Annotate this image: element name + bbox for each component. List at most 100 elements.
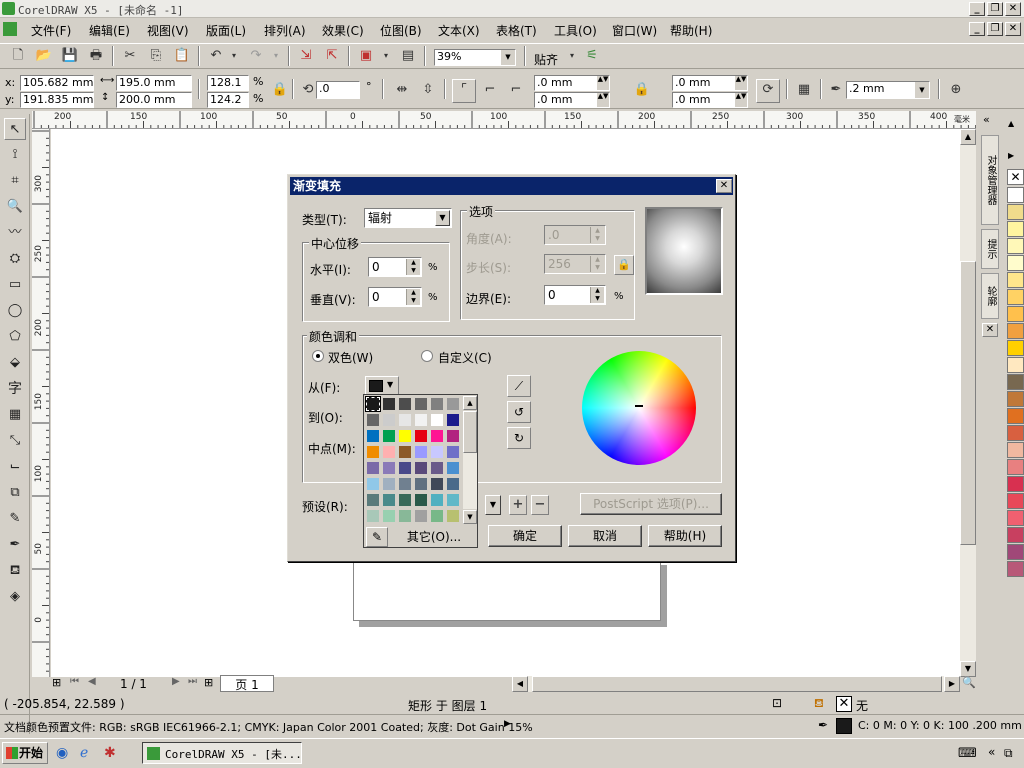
corner-bottom-left-spin[interactable]: ▲▼: [597, 93, 609, 107]
text-tool-icon[interactable]: 字: [4, 378, 26, 400]
picker-color-cell[interactable]: [366, 477, 380, 491]
horizontal-scrollbar[interactable]: ◀ ▶: [512, 676, 960, 692]
palette-swatch[interactable]: [1007, 238, 1024, 254]
crop-tool-icon[interactable]: ⌗: [4, 170, 26, 192]
doc-close-button[interactable]: ✕: [1005, 22, 1021, 36]
outline-width-dropdown-icon[interactable]: ▼: [915, 82, 929, 98]
picker-color-cell[interactable]: [382, 461, 396, 475]
palette-swatch[interactable]: [1007, 255, 1024, 271]
postscript-options-button[interactable]: PostScript 选项(P)...: [580, 493, 722, 515]
blend-tool-icon[interactable]: ⧉: [4, 482, 26, 504]
copy-icon[interactable]: ⎘: [146, 46, 166, 66]
scale-y-field[interactable]: 124.2: [207, 92, 249, 108]
scroll-down-icon[interactable]: ▼: [960, 661, 976, 677]
x-position-field[interactable]: 105.682 mm: [20, 75, 94, 91]
palette-flyout-icon[interactable]: ▶: [1008, 151, 1014, 160]
task-coreldraw[interactable]: CorelDRAW X5 - [未...: [142, 742, 302, 764]
next-page-icon[interactable]: ▶: [172, 676, 180, 687]
round-corner-icon[interactable]: ⌜: [452, 79, 476, 103]
palette-swatch[interactable]: [1007, 306, 1024, 322]
picker-color-cell[interactable]: [382, 477, 396, 491]
clockwise-path-icon[interactable]: ↻: [507, 427, 531, 449]
doc-minimize-button[interactable]: _: [969, 22, 985, 36]
app-shortcut-icon[interactable]: ✱: [104, 745, 116, 761]
picker-color-cell[interactable]: [398, 429, 412, 443]
scroll-left-icon[interactable]: ◀: [512, 676, 528, 692]
height-field[interactable]: 200.0 mm: [116, 92, 192, 108]
palette-swatch[interactable]: [1007, 204, 1024, 220]
picker-color-cell[interactable]: [398, 413, 412, 427]
prev-page-icon[interactable]: ◀: [88, 676, 96, 687]
picker-color-cell[interactable]: [414, 413, 428, 427]
interactive-fill-tool-icon[interactable]: ◈: [4, 586, 26, 608]
outline-tool-icon[interactable]: ✒: [4, 534, 26, 556]
custom-label[interactable]: 自定义(C): [438, 349, 492, 366]
picker-color-cell[interactable]: [446, 477, 460, 491]
start-button[interactable]: 开始: [2, 742, 48, 764]
palette-swatch[interactable]: [1007, 408, 1024, 424]
scroll-right-icon[interactable]: ▶: [944, 676, 960, 692]
keyboard-icon[interactable]: ⌨: [958, 746, 977, 761]
network-icon[interactable]: ⧉: [1004, 746, 1013, 761]
polygon-tool-icon[interactable]: ⬠: [4, 326, 26, 348]
zoom-tool-icon[interactable]: 🔍: [4, 196, 26, 218]
picker-color-cell[interactable]: [366, 413, 380, 427]
corner-bottom-right-spin[interactable]: ▲▼: [735, 93, 747, 107]
palette-swatch[interactable]: [1007, 493, 1024, 509]
picker-color-cell[interactable]: [414, 509, 428, 523]
scale-x-field[interactable]: 128.1: [207, 75, 249, 91]
y-position-field[interactable]: 191.835 mm: [20, 92, 94, 108]
maximize-button[interactable]: ❐: [987, 2, 1003, 16]
custom-radio[interactable]: [421, 350, 433, 362]
freehand-tool-icon[interactable]: 〰: [4, 222, 26, 244]
menu-layout[interactable]: 版面(L): [206, 22, 246, 39]
picker-color-cell[interactable]: [446, 429, 460, 443]
palette-swatch[interactable]: [1007, 425, 1024, 441]
palette-swatch[interactable]: [1007, 187, 1024, 203]
picker-color-cell[interactable]: [382, 429, 396, 443]
welcome-screen-icon[interactable]: ▤: [398, 46, 418, 66]
zoom-dropdown-icon[interactable]: ▼: [501, 50, 515, 65]
palette-swatch[interactable]: [1007, 323, 1024, 339]
picker-color-cell[interactable]: [446, 413, 460, 427]
picker-color-cell[interactable]: [366, 429, 380, 443]
page-tab[interactable]: 页 1: [220, 675, 274, 692]
picker-color-cell[interactable]: [414, 429, 428, 443]
docker-tab-object-manager[interactable]: 对象管理器: [981, 135, 999, 225]
picker-color-cell[interactable]: [430, 429, 444, 443]
corner-top-right-spin[interactable]: ▲▼: [735, 76, 747, 90]
snap-to-label[interactable]: 贴齐: [534, 51, 558, 68]
cut-icon[interactable]: ✂: [120, 46, 140, 66]
two-color-radio[interactable]: [312, 350, 324, 362]
hscroll-thumb[interactable]: [532, 676, 942, 692]
picker-color-cell[interactable]: [446, 397, 460, 411]
export-icon[interactable]: ⇱: [322, 46, 342, 66]
wrap-text-icon[interactable]: ▦: [794, 80, 814, 100]
menu-table[interactable]: 表格(T): [496, 22, 537, 39]
type-dropdown-icon[interactable]: ▼: [435, 210, 450, 226]
navigator-icon[interactable]: 🔍: [961, 676, 977, 692]
picker-color-cell[interactable]: [414, 493, 428, 507]
menu-edit[interactable]: 编辑(E): [89, 22, 130, 39]
picker-color-cell[interactable]: [430, 413, 444, 427]
color-wheel[interactable]: [582, 351, 696, 465]
connector-tool-icon[interactable]: ⌙: [4, 456, 26, 478]
dimension-tool-icon[interactable]: ⤡: [4, 430, 26, 452]
rectangle-tool-icon[interactable]: ▭: [4, 274, 26, 296]
picker-scroll-down-icon[interactable]: ▼: [463, 510, 477, 524]
fill-bucket-icon[interactable]: ⛾: [814, 696, 824, 712]
cancel-button[interactable]: 取消: [568, 525, 642, 547]
lock-ratio-icon[interactable]: 🔒: [270, 80, 290, 100]
picker-color-cell[interactable]: [446, 445, 460, 459]
open-icon[interactable]: 📂: [34, 46, 54, 66]
edge-pad-spin[interactable]: ▲ ▼: [590, 287, 604, 303]
launcher-dropdown-icon[interactable]: ▾: [376, 46, 396, 66]
mirror-vertical-icon[interactable]: ⇳: [418, 80, 438, 100]
width-field[interactable]: 195.0 mm: [116, 75, 192, 91]
palette-swatch[interactable]: [1007, 459, 1024, 475]
picker-color-cell[interactable]: [430, 477, 444, 491]
snapshot-icon[interactable]: ⊡: [772, 696, 782, 710]
picker-color-cell[interactable]: [382, 413, 396, 427]
save-icon[interactable]: 💾: [60, 46, 80, 66]
redo-dropdown-icon[interactable]: ▾: [266, 46, 286, 66]
